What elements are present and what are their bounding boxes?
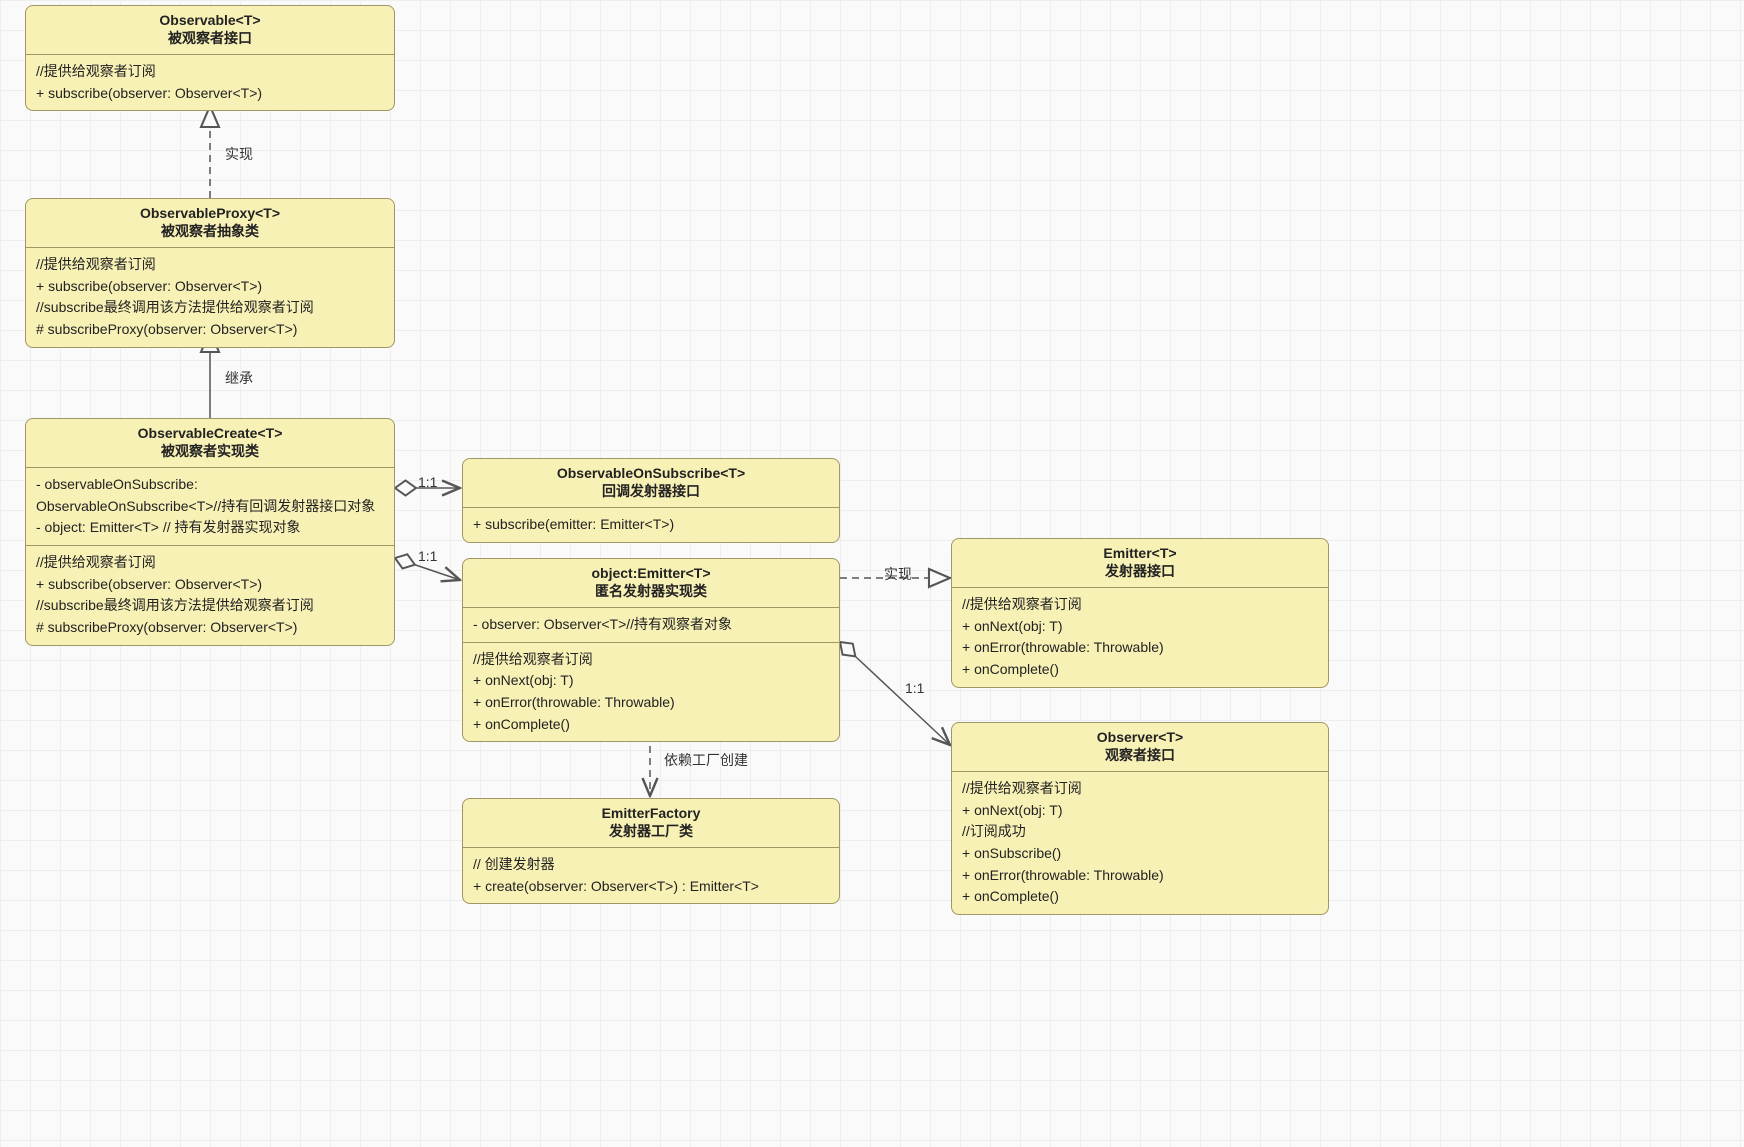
member-row: # subscribeProxy(observer: Observer<T>) [36,617,384,639]
member-row: //subscribe最终调用该方法提供给观察者订阅 [36,297,384,319]
class-subtitle: 被观察者实现类 [32,441,388,461]
class-subtitle: 匿名发射器实现类 [469,581,833,601]
class-observable-on-subscribe: ObservableOnSubscribe<T> 回调发射器接口 + subsc… [462,458,840,543]
member-row: # subscribeProxy(observer: Observer<T>) [36,319,384,341]
label-realize-emitter: 实现 [884,564,912,584]
class-emitter: Emitter<T> 发射器接口 //提供给观察者订阅 + onNext(obj… [951,538,1329,688]
member-row: //提供给观察者订阅 [473,649,829,671]
member-row: //提供给观察者订阅 [962,594,1318,616]
member-row: //订阅成功 [962,821,1318,843]
class-title: ObservableProxy<T> [32,205,388,221]
member-row: + subscribe(emitter: Emitter<T>) [473,514,829,536]
member-row: //提供给观察者订阅 [36,254,384,276]
class-subtitle: 发射器接口 [958,561,1322,581]
member-row: + onComplete() [962,886,1318,908]
label-dep-factory: 依赖工厂创建 [664,750,748,770]
class-title: Observer<T> [958,729,1322,745]
member-row: - observer: Observer<T>//持有观察者对象 [473,614,829,636]
member-row: + onError(throwable: Throwable) [962,637,1318,659]
class-observable: Observable<T> 被观察者接口 //提供给观察者订阅 + subscr… [25,5,395,111]
diagram-canvas: 实现 继承 1:1 1:1 实现 1:1 依赖工厂创建 Observable<T… [0,0,1744,1147]
label-assoc-objemitter: 1:1 [418,548,437,564]
member-row: + onError(throwable: Throwable) [962,865,1318,887]
label-realize-1: 实现 [225,144,253,164]
class-subtitle: 被观察者接口 [32,28,388,48]
class-subtitle: 回调发射器接口 [469,481,833,501]
class-title: Observable<T> [32,12,388,28]
member-row: + onNext(obj: T) [473,670,829,692]
class-observer: Observer<T> 观察者接口 //提供给观察者订阅 + onNext(ob… [951,722,1329,915]
member-row: //提供给观察者订阅 [962,778,1318,800]
label-assoc-onsub: 1:1 [418,474,437,490]
label-assoc-observer: 1:1 [905,680,924,696]
class-subtitle: 发射器工厂类 [469,821,833,841]
class-observable-create: ObservableCreate<T> 被观察者实现类 - observable… [25,418,395,646]
member-row: //提供给观察者订阅 [36,61,384,83]
class-title: ObservableCreate<T> [32,425,388,441]
member-row: + onComplete() [473,714,829,736]
member-row: + subscribe(observer: Observer<T>) [36,83,384,105]
member-row: //subscribe最终调用该方法提供给观察者订阅 [36,595,384,617]
member-row: + onError(throwable: Throwable) [473,692,829,714]
label-inherit-1: 继承 [225,368,253,388]
class-object-emitter: object:Emitter<T> 匿名发射器实现类 - observer: O… [462,558,840,742]
member-row: //提供给观察者订阅 [36,552,384,574]
member-row: + onSubscribe() [962,843,1318,865]
member-row: // 创建发射器 [473,854,829,876]
class-emitter-factory: EmitterFactory 发射器工厂类 // 创建发射器 + create(… [462,798,840,904]
class-subtitle: 被观察者抽象类 [32,221,388,241]
member-row: + create(observer: Observer<T>) : Emitte… [473,876,829,898]
class-observable-proxy: ObservableProxy<T> 被观察者抽象类 //提供给观察者订阅 + … [25,198,395,348]
member-row: - object: Emitter<T> // 持有发射器实现对象 [36,517,384,539]
member-row: + subscribe(observer: Observer<T>) [36,276,384,298]
member-row: + subscribe(observer: Observer<T>) [36,574,384,596]
class-subtitle: 观察者接口 [958,745,1322,765]
class-title: EmitterFactory [469,805,833,821]
member-row: + onComplete() [962,659,1318,681]
class-title: object:Emitter<T> [469,565,833,581]
class-title: Emitter<T> [958,545,1322,561]
member-row: - observableOnSubscribe: ObservableOnSub… [36,474,384,517]
member-row: + onNext(obj: T) [962,800,1318,822]
member-row: + onNext(obj: T) [962,616,1318,638]
class-title: ObservableOnSubscribe<T> [469,465,833,481]
